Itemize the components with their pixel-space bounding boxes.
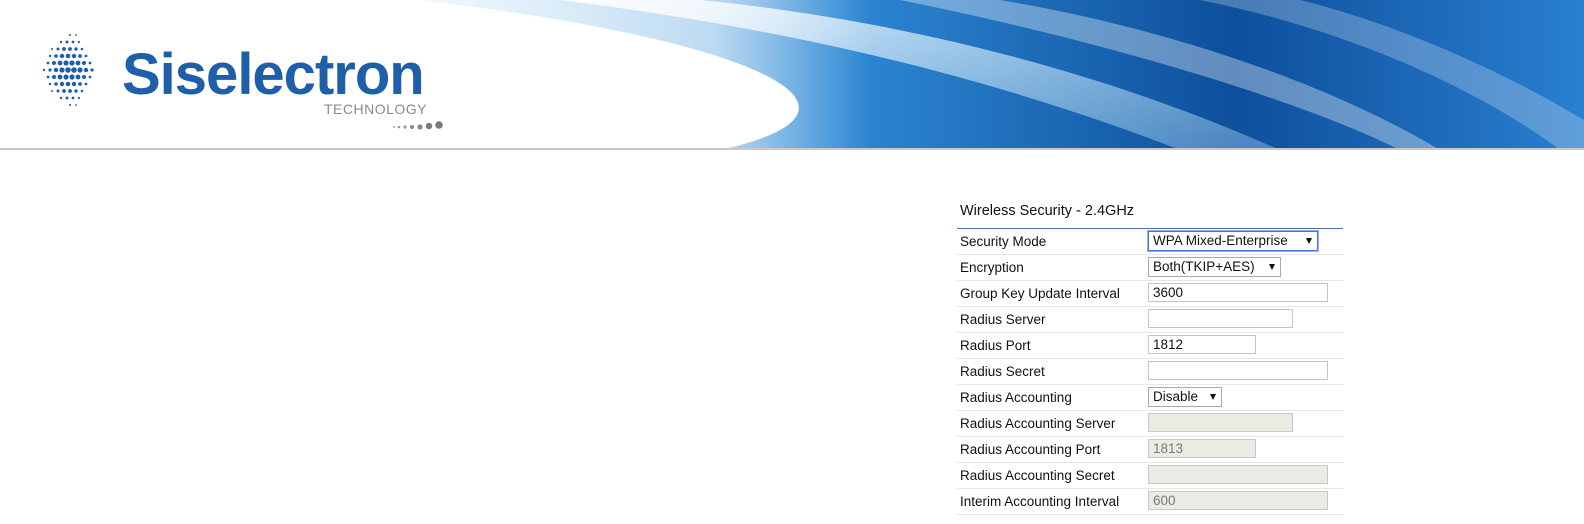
security-mode-label: Security Mode <box>960 234 1047 249</box>
row-radius-accounting-server: Radius Accounting Server <box>957 411 1343 437</box>
dropdown-arrow-icon <box>1210 394 1216 400</box>
radius-accounting-value: Disable <box>1153 389 1199 404</box>
wireless-security-panel: Wireless Security - 2.4GHz Security Mode… <box>957 203 1343 515</box>
radius-server-input[interactable] <box>1148 309 1293 328</box>
group-key-interval-input[interactable]: 3600 <box>1148 283 1328 302</box>
radius-accounting-server-input <box>1148 413 1293 432</box>
row-encryption: Encryption Both(TKIP+AES) <box>957 255 1343 281</box>
brand-subtitle: TECHNOLOGY <box>324 101 428 117</box>
header-divider <box>0 148 1584 150</box>
radius-accounting-port-input: 1813 <box>1148 439 1256 458</box>
globe-icon <box>42 34 94 106</box>
row-radius-accounting-secret: Radius Accounting Secret <box>957 463 1343 489</box>
dropdown-arrow-icon <box>1306 238 1312 244</box>
security-mode-value: WPA Mixed-Enterprise <box>1153 233 1288 248</box>
row-group-key-interval: Group Key Update Interval 3600 <box>957 281 1343 307</box>
interim-accounting-interval-input: 600 <box>1148 491 1328 510</box>
company-logo: Siselectron TECHNOLOGY <box>22 10 462 140</box>
dots-decoration-icon <box>393 121 443 130</box>
radius-accounting-label: Radius Accounting <box>960 390 1072 405</box>
radius-accounting-secret-input <box>1148 465 1328 484</box>
header-banner: Siselectron TECHNOLOGY <box>0 0 1584 150</box>
radius-secret-input[interactable] <box>1148 361 1328 380</box>
row-radius-port: Radius Port 1812 <box>957 333 1343 359</box>
encryption-label: Encryption <box>960 260 1024 275</box>
dropdown-arrow-icon <box>1269 264 1275 270</box>
radius-server-label: Radius Server <box>960 312 1046 327</box>
panel-title: Wireless Security - 2.4GHz <box>957 203 1343 229</box>
row-radius-accounting-port: Radius Accounting Port 1813 <box>957 437 1343 463</box>
radius-accounting-port-label: Radius Accounting Port <box>960 442 1101 457</box>
radius-accounting-secret-label: Radius Accounting Secret <box>960 468 1115 483</box>
row-radius-accounting: Radius Accounting Disable <box>957 385 1343 411</box>
row-security-mode: Security Mode WPA Mixed-Enterprise <box>957 229 1343 255</box>
radius-secret-label: Radius Secret <box>960 364 1045 379</box>
brand-name: Siselectron <box>122 42 425 107</box>
encryption-select[interactable]: Both(TKIP+AES) <box>1148 257 1281 277</box>
interim-accounting-interval-label: Interim Accounting Interval <box>960 494 1120 509</box>
row-interim-accounting-interval: Interim Accounting Interval 600 <box>957 489 1343 515</box>
security-mode-select[interactable]: WPA Mixed-Enterprise <box>1148 231 1318 251</box>
group-key-interval-label: Group Key Update Interval <box>960 286 1120 301</box>
encryption-value: Both(TKIP+AES) <box>1153 259 1255 274</box>
row-radius-secret: Radius Secret <box>957 359 1343 385</box>
row-radius-server: Radius Server <box>957 307 1343 333</box>
radius-accounting-server-label: Radius Accounting Server <box>960 416 1116 431</box>
radius-port-label: Radius Port <box>960 338 1031 353</box>
radius-accounting-select[interactable]: Disable <box>1148 387 1222 407</box>
radius-port-input[interactable]: 1812 <box>1148 335 1256 354</box>
